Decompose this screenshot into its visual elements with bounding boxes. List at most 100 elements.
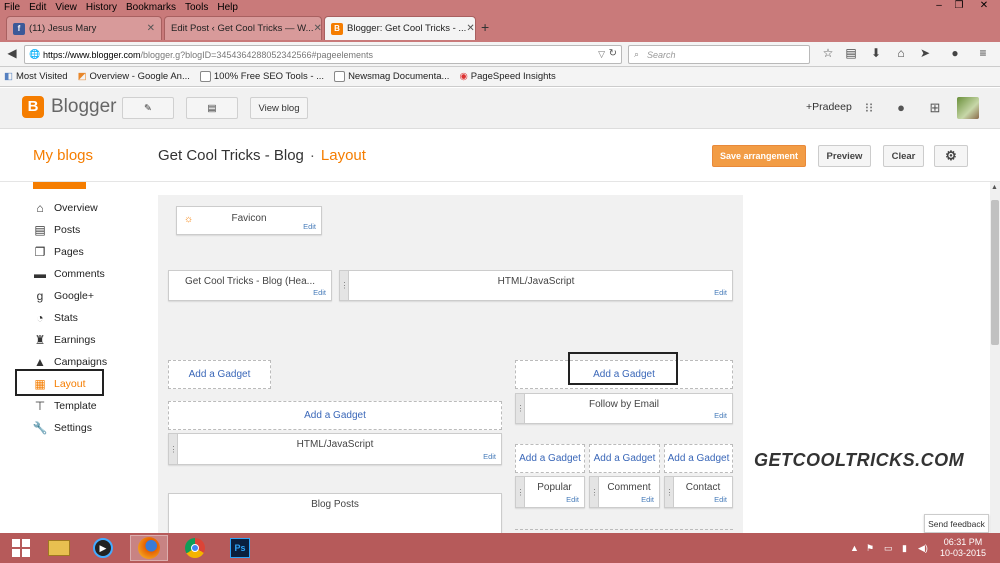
popular-gadget[interactable]: ⋮ Popular Edit [515,476,585,508]
home-button-icon[interactable]: ⌂ [894,46,908,62]
my-blogs-link[interactable]: My blogs [33,147,93,164]
minimize-icon[interactable]: ‒ [930,0,948,14]
window-close-icon[interactable]: ✕ [975,0,993,14]
drag-handle-icon[interactable]: ⋮ [340,271,349,300]
signal-icon[interactable]: ▮ [902,543,907,554]
bookmark-analytics[interactable]: ◩ Overview - Google An... [78,71,190,82]
add-gadget-link[interactable]: Add a Gadget [664,444,733,473]
edit-link[interactable]: Edit [714,288,727,297]
menu-history[interactable]: History [86,2,117,13]
bookmark-pagespeed[interactable]: ◉ PageSpeed Insights [459,71,555,82]
add-gadget-link[interactable]: Add a Gadget [168,360,271,389]
bookmark-star-icon[interactable]: ☆ [821,46,835,62]
sidebar-item-overview[interactable]: ⌂ Overview [33,199,97,217]
sidebar-item-earnings[interactable]: ♜ Earnings [33,331,96,349]
drag-handle-icon[interactable]: ⋮ [169,434,178,464]
sidebar-item-posts[interactable]: ▤ Posts [33,221,80,239]
sidebar-item-template[interactable]: ⊤ Template [33,397,97,415]
dropdown-icon[interactable]: ▽ [598,49,605,60]
new-tab-button[interactable]: + [481,19,489,35]
menu-tools[interactable]: Tools [185,2,208,13]
taskbar-photoshop[interactable]: Ps [221,535,259,561]
blog-posts-gadget[interactable]: Blog Posts [168,493,502,533]
view-posts-button[interactable]: ▤ [186,97,238,119]
edit-link[interactable]: Edit [303,222,316,231]
sidebar-item-pages[interactable]: ❐ Pages [33,243,84,261]
add-gadget-link[interactable]: Add a Gadget [168,401,502,430]
menu-help[interactable]: Help [217,2,238,13]
search-input[interactable]: ⌕ Search [628,45,810,64]
sidebar-item-stats[interactable]: ◔ Stats [33,309,78,327]
volume-icon[interactable]: ◀) [918,543,928,554]
user-name[interactable]: +Pradeep [806,101,852,113]
chat-icon[interactable]: ● [948,46,962,62]
tab-close-icon[interactable]: ✕ [466,23,474,34]
edit-link[interactable]: Edit [641,495,654,504]
taskbar-media[interactable]: ▶ [84,535,122,561]
new-post-tab[interactable] [33,182,86,189]
add-gadget-link[interactable]: Add a Gadget [515,444,585,473]
sidebar-item-settings[interactable]: 🔧 Settings [33,419,92,437]
edit-link[interactable]: Edit [313,288,326,297]
send-icon[interactable]: ➤ [918,46,932,62]
send-feedback-button[interactable]: Send feedback [924,514,989,533]
menu-edit[interactable]: Edit [29,2,46,13]
start-button[interactable] [2,535,40,561]
new-post-button[interactable]: ✎ [122,97,174,119]
menu-view[interactable]: View [55,2,77,13]
blogger-logo-text[interactable]: Blogger [51,96,117,118]
blogger-logo-icon[interactable]: B [22,96,44,118]
save-arrangement-button[interactable]: Save arrangement [712,145,806,167]
header-html-gadget[interactable]: ⋮ HTML/JavaScript Edit [339,270,733,301]
contact-gadget[interactable]: ⋮ Contact Edit [664,476,733,508]
avatar[interactable] [957,97,979,119]
flag-icon[interactable]: ⚑ [866,543,874,554]
settings-gear-icon[interactable]: ⚙ [934,145,968,167]
clock[interactable]: 06:31 PM 10-03-2015 [940,537,986,559]
tab-facebook[interactable]: f (11) Jesus Mary ✕ [6,16,162,40]
bookmark-newsmag[interactable]: Newsmag Documenta... [334,71,449,82]
edit-link[interactable]: Edit [566,495,579,504]
drag-handle-icon[interactable]: ⋮ [590,477,599,507]
tab-blogger[interactable]: B Blogger: Get Cool Tricks - ... ✕ [324,16,476,40]
menu-icon[interactable]: ≡ [976,46,990,62]
add-gadget-link[interactable]: Add a Gadget [589,444,660,473]
scroll-up-icon[interactable]: ▲ [991,184,998,191]
html-javascript-gadget[interactable]: ⋮ HTML/JavaScript Edit [168,433,502,465]
edit-link[interactable]: Edit [714,495,727,504]
download-icon[interactable]: ⬇ [869,46,883,62]
drag-handle-icon[interactable]: ⋮ [516,394,525,423]
follow-by-email-gadget[interactable]: ⋮ Follow by Email Edit [515,393,733,424]
url-bar[interactable]: 🌐 https://www.blogger.com/blogger.g?blog… [24,45,622,64]
apps-grid-icon[interactable]: ⁝⁝ [861,100,877,116]
back-icon[interactable]: ◀ [5,46,19,62]
preview-button[interactable]: Preview [818,145,871,167]
share-icon[interactable]: ⊞ [927,100,943,116]
view-blog-button[interactable]: View blog [250,97,308,119]
taskbar-explorer[interactable] [40,535,78,561]
taskbar-firefox[interactable] [130,535,168,561]
tab-close-icon[interactable]: ✕ [147,23,155,34]
header-gadget[interactable]: Get Cool Tricks - Blog (Hea... Edit [168,270,332,301]
reading-list-icon[interactable]: ▤ [844,46,858,62]
drag-handle-icon[interactable]: ⋮ [516,477,525,507]
menu-bookmarks[interactable]: Bookmarks [126,2,176,13]
taskbar-chrome[interactable] [176,535,214,561]
scrollbar-thumb[interactable] [991,200,999,345]
reload-icon[interactable]: ↻ [609,48,617,59]
bookmark-most-visited[interactable]: ◧ Most Visited [4,71,68,82]
tray-arrow-icon[interactable]: ▲ [850,543,859,553]
notifications-icon[interactable]: ● [893,100,909,116]
clear-button[interactable]: Clear [883,145,924,167]
tab-close-icon[interactable]: ✕ [314,23,321,34]
sidebar-item-comments[interactable]: ▬ Comments [33,265,105,283]
network-icon[interactable]: ▭ [884,543,893,554]
edit-link[interactable]: Edit [714,411,727,420]
drag-handle-icon[interactable]: ⋮ [665,477,674,507]
menu-file[interactable]: File [4,2,20,13]
bookmark-seo-tools[interactable]: 100% Free SEO Tools - ... [199,71,324,82]
favicon-gadget[interactable]: ☼ Favicon Edit [176,206,322,235]
edit-link[interactable]: Edit [483,452,496,461]
comment-gadget[interactable]: ⋮ Comment Edit [589,476,660,508]
restore-icon[interactable]: ❐ [950,0,968,14]
